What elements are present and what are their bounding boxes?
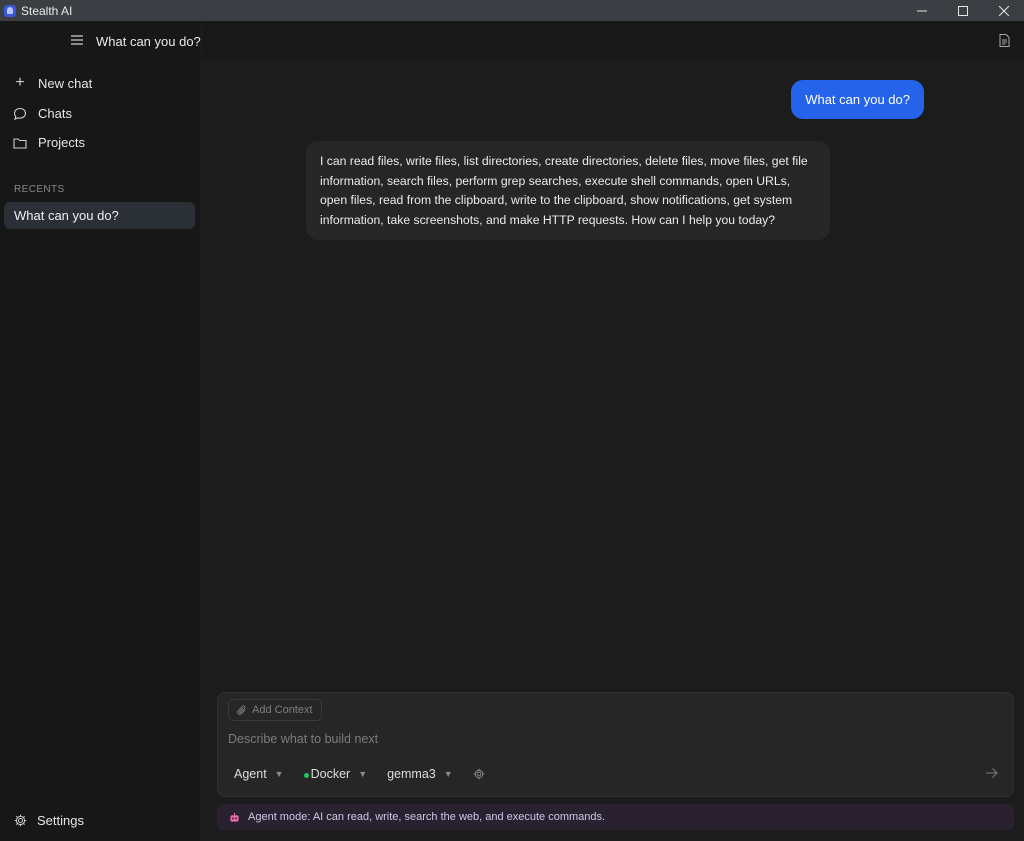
sidebar: + New chat Chats Projects RECENTS What c…: [0, 21, 202, 841]
new-chat-label: New chat: [38, 75, 93, 91]
mode-select[interactable]: Agent ▼: [234, 767, 284, 781]
gear-icon[interactable]: [473, 768, 485, 780]
window-title: Stealth AI: [21, 3, 73, 18]
page-title: What can you do?: [96, 34, 201, 49]
user-message: What can you do?: [791, 80, 924, 119]
window-controls: [901, 0, 1024, 21]
close-icon: [998, 5, 1009, 16]
settings-label: Settings: [37, 813, 84, 828]
status-dot: [303, 773, 309, 778]
app-icon: [4, 4, 16, 17]
robot-icon: [230, 812, 239, 822]
sidebar-item-label: Projects: [38, 135, 85, 150]
maximize-icon: [957, 5, 968, 16]
recents-heading: RECENTS: [14, 184, 65, 195]
environment-label: Docker: [310, 767, 351, 781]
settings-button[interactable]: Settings: [14, 813, 84, 828]
chat-bubble-icon: [12, 107, 28, 121]
chevron-down-icon: ▼: [443, 769, 453, 779]
mode-label: Agent: [234, 767, 267, 781]
send-arrow-icon[interactable]: [985, 767, 999, 779]
plus-icon: +: [15, 74, 25, 91]
agent-mode-banner: Agent mode: AI can read, write, search t…: [217, 804, 1014, 830]
minimize-icon: [916, 10, 927, 11]
sidebar-item-label: Chats: [38, 106, 72, 121]
menu-icon[interactable]: [70, 33, 84, 47]
agent-mode-text: Agent mode: AI can read, write, search t…: [248, 811, 606, 823]
close-button[interactable]: [983, 0, 1024, 21]
minimize-button[interactable]: [901, 0, 942, 21]
sidebar-item-projects[interactable]: Projects: [12, 135, 85, 150]
chat-area: What can you do? I can read files, write…: [203, 59, 1024, 841]
folder-icon: [12, 137, 28, 149]
recent-chat-item[interactable]: What can you do?: [4, 202, 195, 229]
prompt-input[interactable]: [228, 729, 988, 749]
assistant-message: I can read files, write files, list dire…: [306, 141, 830, 240]
add-context-label: Add Context: [252, 704, 313, 716]
composer: Add Context Agent ▼ Docker ▼ gemma3 ▼: [217, 692, 1014, 797]
sidebar-item-chats[interactable]: Chats: [12, 106, 72, 121]
environment-select[interactable]: Docker ▼: [303, 767, 368, 781]
chat-header: What can you do?: [96, 21, 1024, 59]
add-context-button[interactable]: Add Context: [228, 699, 322, 721]
chevron-down-icon: ▼: [274, 769, 284, 779]
composer-toolbar: Agent ▼ Docker ▼ gemma3 ▼: [234, 767, 485, 781]
model-select[interactable]: gemma3 ▼: [387, 767, 453, 781]
new-chat-button[interactable]: + New chat: [12, 75, 92, 91]
model-label: gemma3: [387, 767, 436, 781]
maximize-button[interactable]: [942, 0, 983, 21]
gear-icon: [14, 814, 27, 827]
title-bar: Stealth AI: [0, 0, 1024, 21]
document-icon[interactable]: [999, 34, 1010, 47]
paperclip-icon: [237, 705, 246, 715]
chevron-down-icon: ▼: [358, 769, 368, 779]
